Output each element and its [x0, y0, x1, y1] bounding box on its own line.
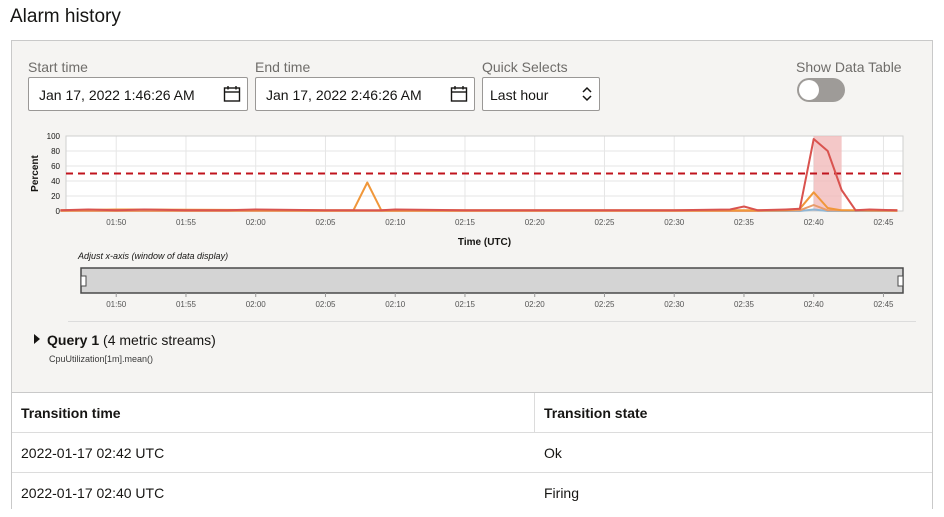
navigator-tick-label: 02:40	[804, 300, 825, 309]
query-expression: CpuUtilization[1m].mean()	[49, 354, 154, 364]
y-tick-label: 20	[51, 192, 60, 201]
navigator-tick-label: 02:25	[594, 300, 615, 309]
query-streams: (4 metric streams)	[103, 332, 216, 348]
navigator-tick-label: 02:05	[315, 300, 336, 309]
transition-state-cell: Firing	[544, 485, 580, 501]
navigator-tick-label: 02:35	[734, 300, 755, 309]
navigator-tick-label: 02:45	[873, 300, 894, 309]
navigator-tick-label: 02:00	[246, 300, 267, 309]
column-separator	[534, 393, 535, 432]
alarm-history-panel: Start time Jan 17, 2022 1:46:26 AM End t…	[11, 40, 933, 512]
x-tick-label: 01:55	[176, 218, 197, 227]
metric-chart: 0 20 40 60 80 100 01:50 01:55 02:00 02:05 02:10 02:…	[30, 132, 904, 309]
navigator-label: Adjust x-axis (window of data display)	[77, 251, 228, 261]
table-header-row: Transition time Transition state	[12, 393, 932, 433]
x-axis-navigator[interactable]: Adjust x-axis (window of data display) 01…	[77, 251, 904, 309]
y-axis-title: Percent	[30, 154, 41, 191]
x-tick-label: 02:05	[315, 218, 336, 227]
section-divider	[68, 321, 916, 322]
transition-time-cell: 2022-01-17 02:40 UTC	[21, 485, 165, 501]
column-header-transition-time: Transition time	[21, 405, 121, 421]
navigator-tick-label: 01:50	[106, 300, 127, 309]
navigator-tick-label: 02:15	[455, 300, 476, 309]
x-tick-label: 02:45	[873, 218, 894, 227]
x-tick-label: 02:40	[804, 218, 825, 227]
navigator-tick-label: 02:30	[664, 300, 685, 309]
navigator-window	[80, 267, 904, 294]
y-tick-label: 0	[56, 207, 61, 216]
query-toggle[interactable]: Query 1 (4 metric streams)	[34, 332, 216, 348]
x-tick-label: 02:00	[246, 218, 267, 227]
x-tick-label: 01:50	[106, 218, 127, 227]
navigator-tick-label: 02:20	[525, 300, 546, 309]
query-name: Query 1	[47, 332, 100, 348]
x-tick-label: 02:35	[734, 218, 755, 227]
page-title: Alarm history	[10, 6, 121, 27]
navigator-tick-label: 02:10	[385, 300, 406, 309]
plot-area: 0 20 40 60 80 100 01:50 01:55 02:00 02:05 02:10 02:…	[30, 132, 904, 248]
table-row: 2022-01-17 02:40 UTC Firing	[12, 473, 932, 512]
navigator-handle-right	[897, 275, 904, 287]
transition-time-cell: 2022-01-17 02:42 UTC	[21, 445, 165, 461]
y-tick-label: 100	[47, 132, 61, 141]
transition-table: Transition time Transition state 2022-01…	[12, 392, 932, 512]
column-header-transition-state: Transition state	[544, 405, 648, 421]
navigator-tick-label: 01:55	[176, 300, 197, 309]
x-tick-label: 02:25	[594, 218, 615, 227]
table-row: 2022-01-17 02:42 UTC Ok	[12, 433, 932, 473]
x-tick-label: 02:20	[525, 218, 546, 227]
caret-right-icon	[34, 334, 40, 344]
x-tick-label: 02:10	[385, 218, 406, 227]
x-tick-label: 02:15	[455, 218, 476, 227]
y-tick-label: 80	[51, 147, 60, 156]
transition-state-cell: Ok	[544, 445, 562, 461]
y-tick-label: 60	[51, 162, 60, 171]
x-axis-title: Time (UTC)	[458, 237, 511, 248]
y-tick-label: 40	[51, 177, 60, 186]
navigator-handle-left	[80, 275, 87, 287]
x-tick-label: 02:30	[664, 218, 685, 227]
